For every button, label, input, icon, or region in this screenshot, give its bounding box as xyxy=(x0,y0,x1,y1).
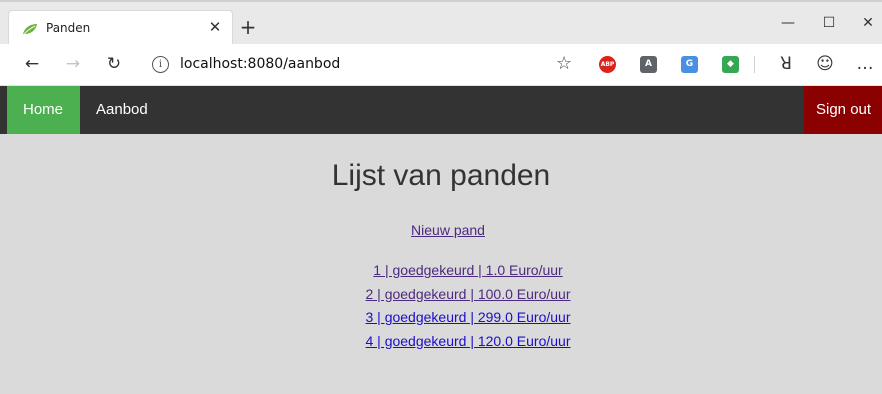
more-options-icon[interactable]: … xyxy=(855,54,875,74)
nav-signout-link[interactable]: Sign out xyxy=(804,86,882,134)
list-item: 4 | goedgekeurd | 120.0 Euro/uur xyxy=(0,330,882,354)
profile-icon[interactable]: ꓤ xyxy=(776,54,796,74)
property-link[interactable]: 3 | goedgekeurd | 299.0 Euro/uur xyxy=(366,309,571,325)
new-property-link-wrap: Nieuw pand xyxy=(0,222,882,238)
close-window-icon[interactable]: ✕ xyxy=(858,14,878,32)
forward-icon: → xyxy=(65,54,81,74)
spring-leaf-icon xyxy=(23,24,37,35)
property-link[interactable]: 2 | goedgekeurd | 100.0 Euro/uur xyxy=(366,286,571,302)
nav-aanbod-link[interactable]: Aanbod xyxy=(80,86,164,134)
minimize-icon[interactable]: — xyxy=(778,14,798,32)
refresh-icon[interactable]: ↻ xyxy=(104,54,124,74)
tab-title: Panden xyxy=(46,21,91,35)
new-property-link[interactable]: Nieuw pand xyxy=(411,222,485,238)
browser-tab[interactable]: Panden ✕ xyxy=(9,11,232,46)
a-extension-icon[interactable]: A xyxy=(640,56,657,73)
abp-icon[interactable]: ABP xyxy=(599,56,616,73)
new-tab-icon[interactable]: + xyxy=(239,17,257,37)
address-bar[interactable]: i localhost:8080/aanbod ☆ xyxy=(140,51,584,79)
property-link[interactable]: 4 | goedgekeurd | 120.0 Euro/uur xyxy=(366,333,571,349)
favorite-star-icon[interactable]: ☆ xyxy=(556,53,572,74)
back-icon[interactable]: ← xyxy=(22,54,42,74)
list-item: 2 | goedgekeurd | 100.0 Euro/uur xyxy=(0,283,882,307)
google-translate-icon[interactable]: G xyxy=(681,56,698,73)
url-text: localhost:8080/aanbod xyxy=(180,56,341,72)
feedback-smiley-icon[interactable]: ☺ xyxy=(815,54,835,74)
tab-close-icon[interactable]: ✕ xyxy=(207,17,223,37)
property-link[interactable]: 1 | goedgekeurd | 1.0 Euro/uur xyxy=(373,262,562,278)
nav-home-link[interactable]: Home xyxy=(7,86,80,134)
color-extension-icon[interactable]: ◆ xyxy=(722,56,739,73)
toolbar-divider xyxy=(754,56,755,73)
browser-toolbar: ← → ↻ i localhost:8080/aanbod ☆ ABP A G … xyxy=(0,44,882,86)
property-list: 1 | goedgekeurd | 1.0 Euro/uur 2 | goedg… xyxy=(0,259,882,353)
page-title: Lijst van panden xyxy=(331,159,551,192)
info-icon[interactable]: i xyxy=(152,56,169,73)
maximize-icon[interactable]: ☐ xyxy=(819,14,839,32)
list-item: 3 | goedgekeurd | 299.0 Euro/uur xyxy=(0,306,882,330)
list-item: 1 | goedgekeurd | 1.0 Euro/uur xyxy=(0,259,882,283)
web-page: Home Aanbod Sign out Lijst van panden Ni… xyxy=(0,86,882,394)
browser-tab-strip: Panden ✕ + — ☐ ✕ xyxy=(0,0,882,46)
top-navbar: Home Aanbod Sign out xyxy=(0,86,882,134)
